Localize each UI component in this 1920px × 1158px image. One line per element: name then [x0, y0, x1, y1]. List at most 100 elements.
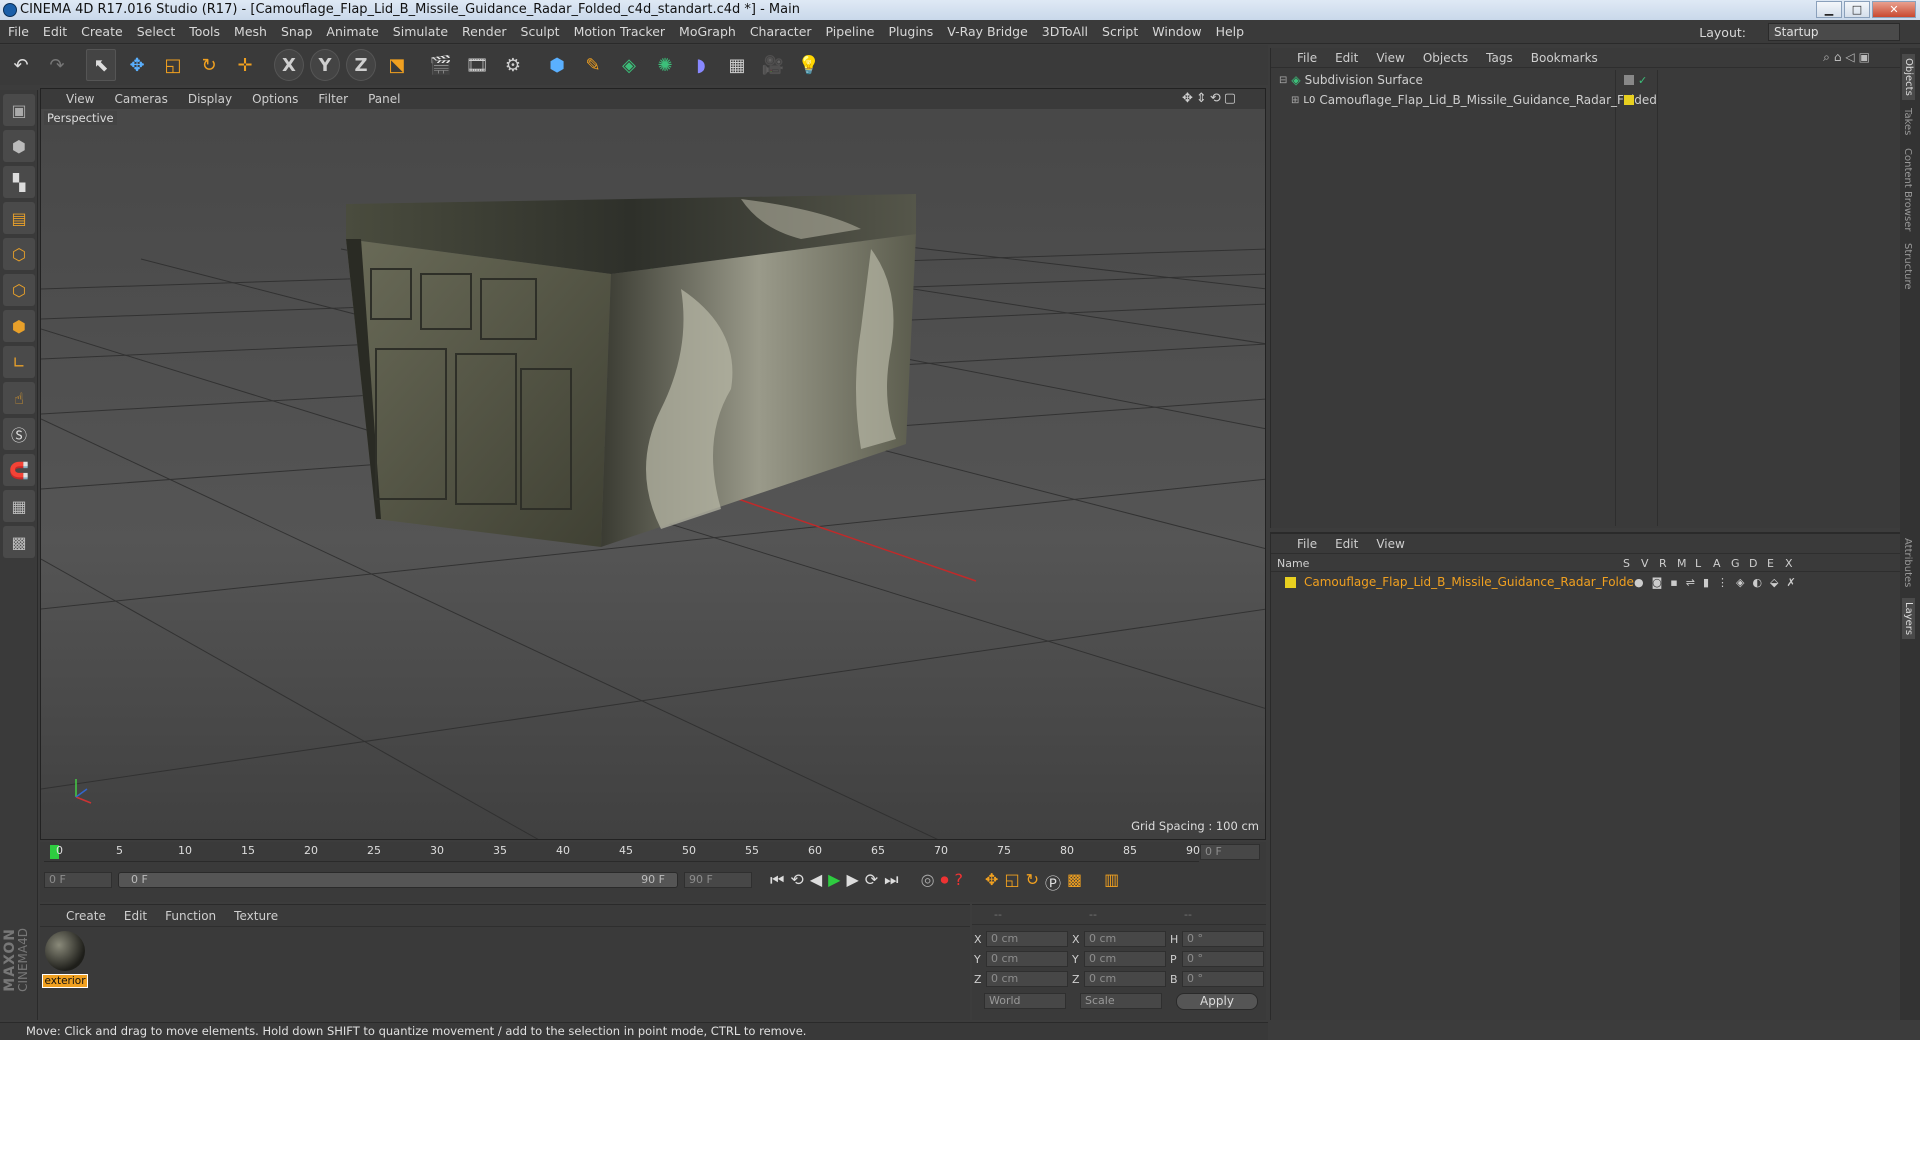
texture-mode-icon[interactable]: ▚ [3, 166, 35, 198]
close-button[interactable]: ✕ [1872, 1, 1916, 18]
layout-dropdown[interactable]: Startup [1768, 23, 1900, 41]
tab-takes[interactable]: Takes [1902, 108, 1913, 135]
cube-primitive-icon[interactable]: ⬢ [542, 49, 572, 81]
edges-mode-icon[interactable]: ⬡ [3, 274, 35, 306]
object-menu-view[interactable]: View [1376, 51, 1404, 65]
solo-mode-icon[interactable]: Ⓢ [3, 418, 35, 450]
size-mode-dropdown[interactable]: Scale [1080, 993, 1162, 1009]
position-z-field[interactable]: 0 cm [986, 971, 1068, 987]
collapse-icon[interactable]: ⊟ [1279, 75, 1287, 86]
menu-script[interactable]: Script [1102, 24, 1138, 39]
axis-mode-icon[interactable]: ∟ [3, 346, 35, 378]
previous-frame-icon[interactable]: ◀ [810, 870, 822, 894]
key-scale-icon[interactable]: ◱ [1004, 870, 1019, 894]
undo-button[interactable]: ↶ [6, 49, 36, 81]
expand-icon[interactable]: ⊞ [1291, 95, 1299, 106]
viewport-menu-view[interactable]: View [66, 92, 94, 106]
menu-vray-bridge[interactable]: V-Ray Bridge [947, 24, 1028, 39]
material-name[interactable]: exterior [42, 974, 88, 988]
layer-toggle-icons[interactable]: ●◙▪⇌▮⋮◈◐⬙✗ [1634, 576, 1804, 589]
position-x-field[interactable]: 0 cm [986, 931, 1068, 947]
menu-3dtoall[interactable]: 3DToAll [1042, 24, 1088, 39]
layer-menu-view[interactable]: View [1376, 537, 1404, 551]
y-axis-lock-button[interactable]: Y [310, 49, 340, 81]
object-manager-nav-icons[interactable]: ⌕⌂◁▣ [1823, 50, 1874, 65]
move-tool-icon[interactable]: ✥ [122, 49, 152, 81]
points-mode-icon[interactable]: ⬡ [3, 238, 35, 270]
size-y-field[interactable]: 0 cm [1084, 951, 1166, 967]
render-settings-icon[interactable]: ⚙ [498, 49, 528, 81]
key-rotation-icon[interactable]: ↻ [1026, 870, 1039, 894]
timeline-window-icon[interactable]: ▥ [1104, 870, 1119, 894]
recent-tools-icon[interactable]: ✛ [230, 49, 260, 81]
viewport-menu-options[interactable]: Options [252, 92, 298, 106]
checkmark-icon[interactable]: ✓ [1638, 74, 1647, 87]
object-menu-edit[interactable]: Edit [1335, 51, 1358, 65]
current-frame-field[interactable]: 0 F [1200, 844, 1260, 860]
object-row-subdivision-surface[interactable]: ⊟ ◈ Subdivision Surface [1271, 70, 1615, 90]
end-frame-field[interactable]: 90 F [684, 872, 752, 888]
viewport-menu-panel[interactable]: Panel [368, 92, 400, 106]
render-view-icon[interactable]: 🎬 [426, 49, 456, 81]
menu-create[interactable]: Create [81, 24, 123, 39]
object-name[interactable]: Camouflage_Flap_Lid_B_Missile_Guidance_R… [1319, 93, 1657, 107]
apply-button[interactable]: Apply [1176, 992, 1258, 1010]
material-menu-create[interactable]: Create [66, 909, 106, 923]
scale-tool-icon[interactable]: ◱ [158, 49, 188, 81]
record-active-icon[interactable]: ◎ [921, 870, 935, 894]
tweak-mode-icon[interactable]: ☝ [3, 382, 35, 414]
layer-name[interactable]: Camouflage_Flap_Lid_B_Missile_Guidance_R… [1304, 575, 1634, 589]
rotate-tool-icon[interactable]: ↻ [194, 49, 224, 81]
viewport-menu-cameras[interactable]: Cameras [114, 92, 167, 106]
deformer-icon[interactable]: ◗ [686, 49, 716, 81]
previous-key-icon[interactable]: ⟲ [790, 870, 803, 894]
layer-menu-edit[interactable]: Edit [1335, 537, 1358, 551]
layer-menu-file[interactable]: File [1297, 537, 1317, 551]
object-menu-bookmarks[interactable]: Bookmarks [1531, 51, 1598, 65]
size-x-field[interactable]: 0 cm [1084, 931, 1166, 947]
keyframe-selection-icon[interactable]: ? [955, 870, 964, 894]
menu-pipeline[interactable]: Pipeline [826, 24, 875, 39]
layer-color-icon[interactable] [1624, 95, 1634, 105]
z-axis-lock-button[interactable]: Z [346, 49, 376, 81]
polygons-mode-icon[interactable]: ⬢ [3, 310, 35, 342]
rotation-b-field[interactable]: 0 ° [1182, 971, 1264, 987]
play-icon[interactable]: ▶ [828, 870, 840, 894]
key-parameter-icon[interactable]: Ⓟ [1045, 870, 1061, 894]
start-frame-field[interactable]: 0 F [44, 872, 112, 888]
light-icon[interactable]: 💡 [794, 49, 824, 81]
material-menu-function[interactable]: Function [165, 909, 216, 923]
viewport-navigation-icons[interactable]: ✥⇕⟲▢ [1182, 91, 1239, 106]
position-y-field[interactable]: 0 cm [986, 951, 1068, 967]
next-frame-icon[interactable]: ▶ [846, 870, 858, 894]
timeline-ruler[interactable]: 0 5 10 15 20 25 30 35 40 45 50 55 60 65 … [44, 842, 1200, 862]
tab-attributes[interactable]: Attributes [1902, 538, 1913, 587]
menu-character[interactable]: Character [750, 24, 812, 39]
rotation-h-field[interactable]: 0 ° [1182, 931, 1264, 947]
visibility-dots-icon[interactable]: ⁚ [1638, 95, 1641, 105]
menu-mograph[interactable]: MoGraph [679, 24, 736, 39]
spline-pen-icon[interactable]: ✎ [578, 49, 608, 81]
menu-animate[interactable]: Animate [326, 24, 378, 39]
material-swatch[interactable]: exterior [42, 931, 88, 991]
menu-file[interactable]: File [8, 24, 29, 39]
menu-tools[interactable]: Tools [189, 24, 220, 39]
rotation-p-field[interactable]: 0 ° [1182, 951, 1264, 967]
object-menu-objects[interactable]: Objects [1423, 51, 1468, 65]
key-pla-icon[interactable]: ▩ [1067, 870, 1082, 894]
floor-scene-icon[interactable]: ▦ [722, 49, 752, 81]
menu-sculpt[interactable]: Sculpt [521, 24, 560, 39]
live-selection-icon[interactable]: ⬉ [86, 49, 116, 81]
redo-button[interactable]: ↷ [42, 49, 72, 81]
menu-simulate[interactable]: Simulate [393, 24, 448, 39]
frame-range-slider[interactable]: 0 F 90 F [118, 872, 678, 888]
menu-window[interactable]: Window [1152, 24, 1201, 39]
material-menu-edit[interactable]: Edit [124, 909, 147, 923]
cloner-icon[interactable]: ✺ [650, 49, 680, 81]
menu-select[interactable]: Select [137, 24, 176, 39]
key-position-icon[interactable]: ✥ [985, 870, 998, 894]
size-z-field[interactable]: 0 cm [1084, 971, 1166, 987]
quantize-icon[interactable]: ▩ [3, 526, 35, 558]
tab-content-browser[interactable]: Content Browser [1902, 148, 1913, 231]
coordinate-system-icon[interactable]: ⬔ [382, 49, 412, 81]
